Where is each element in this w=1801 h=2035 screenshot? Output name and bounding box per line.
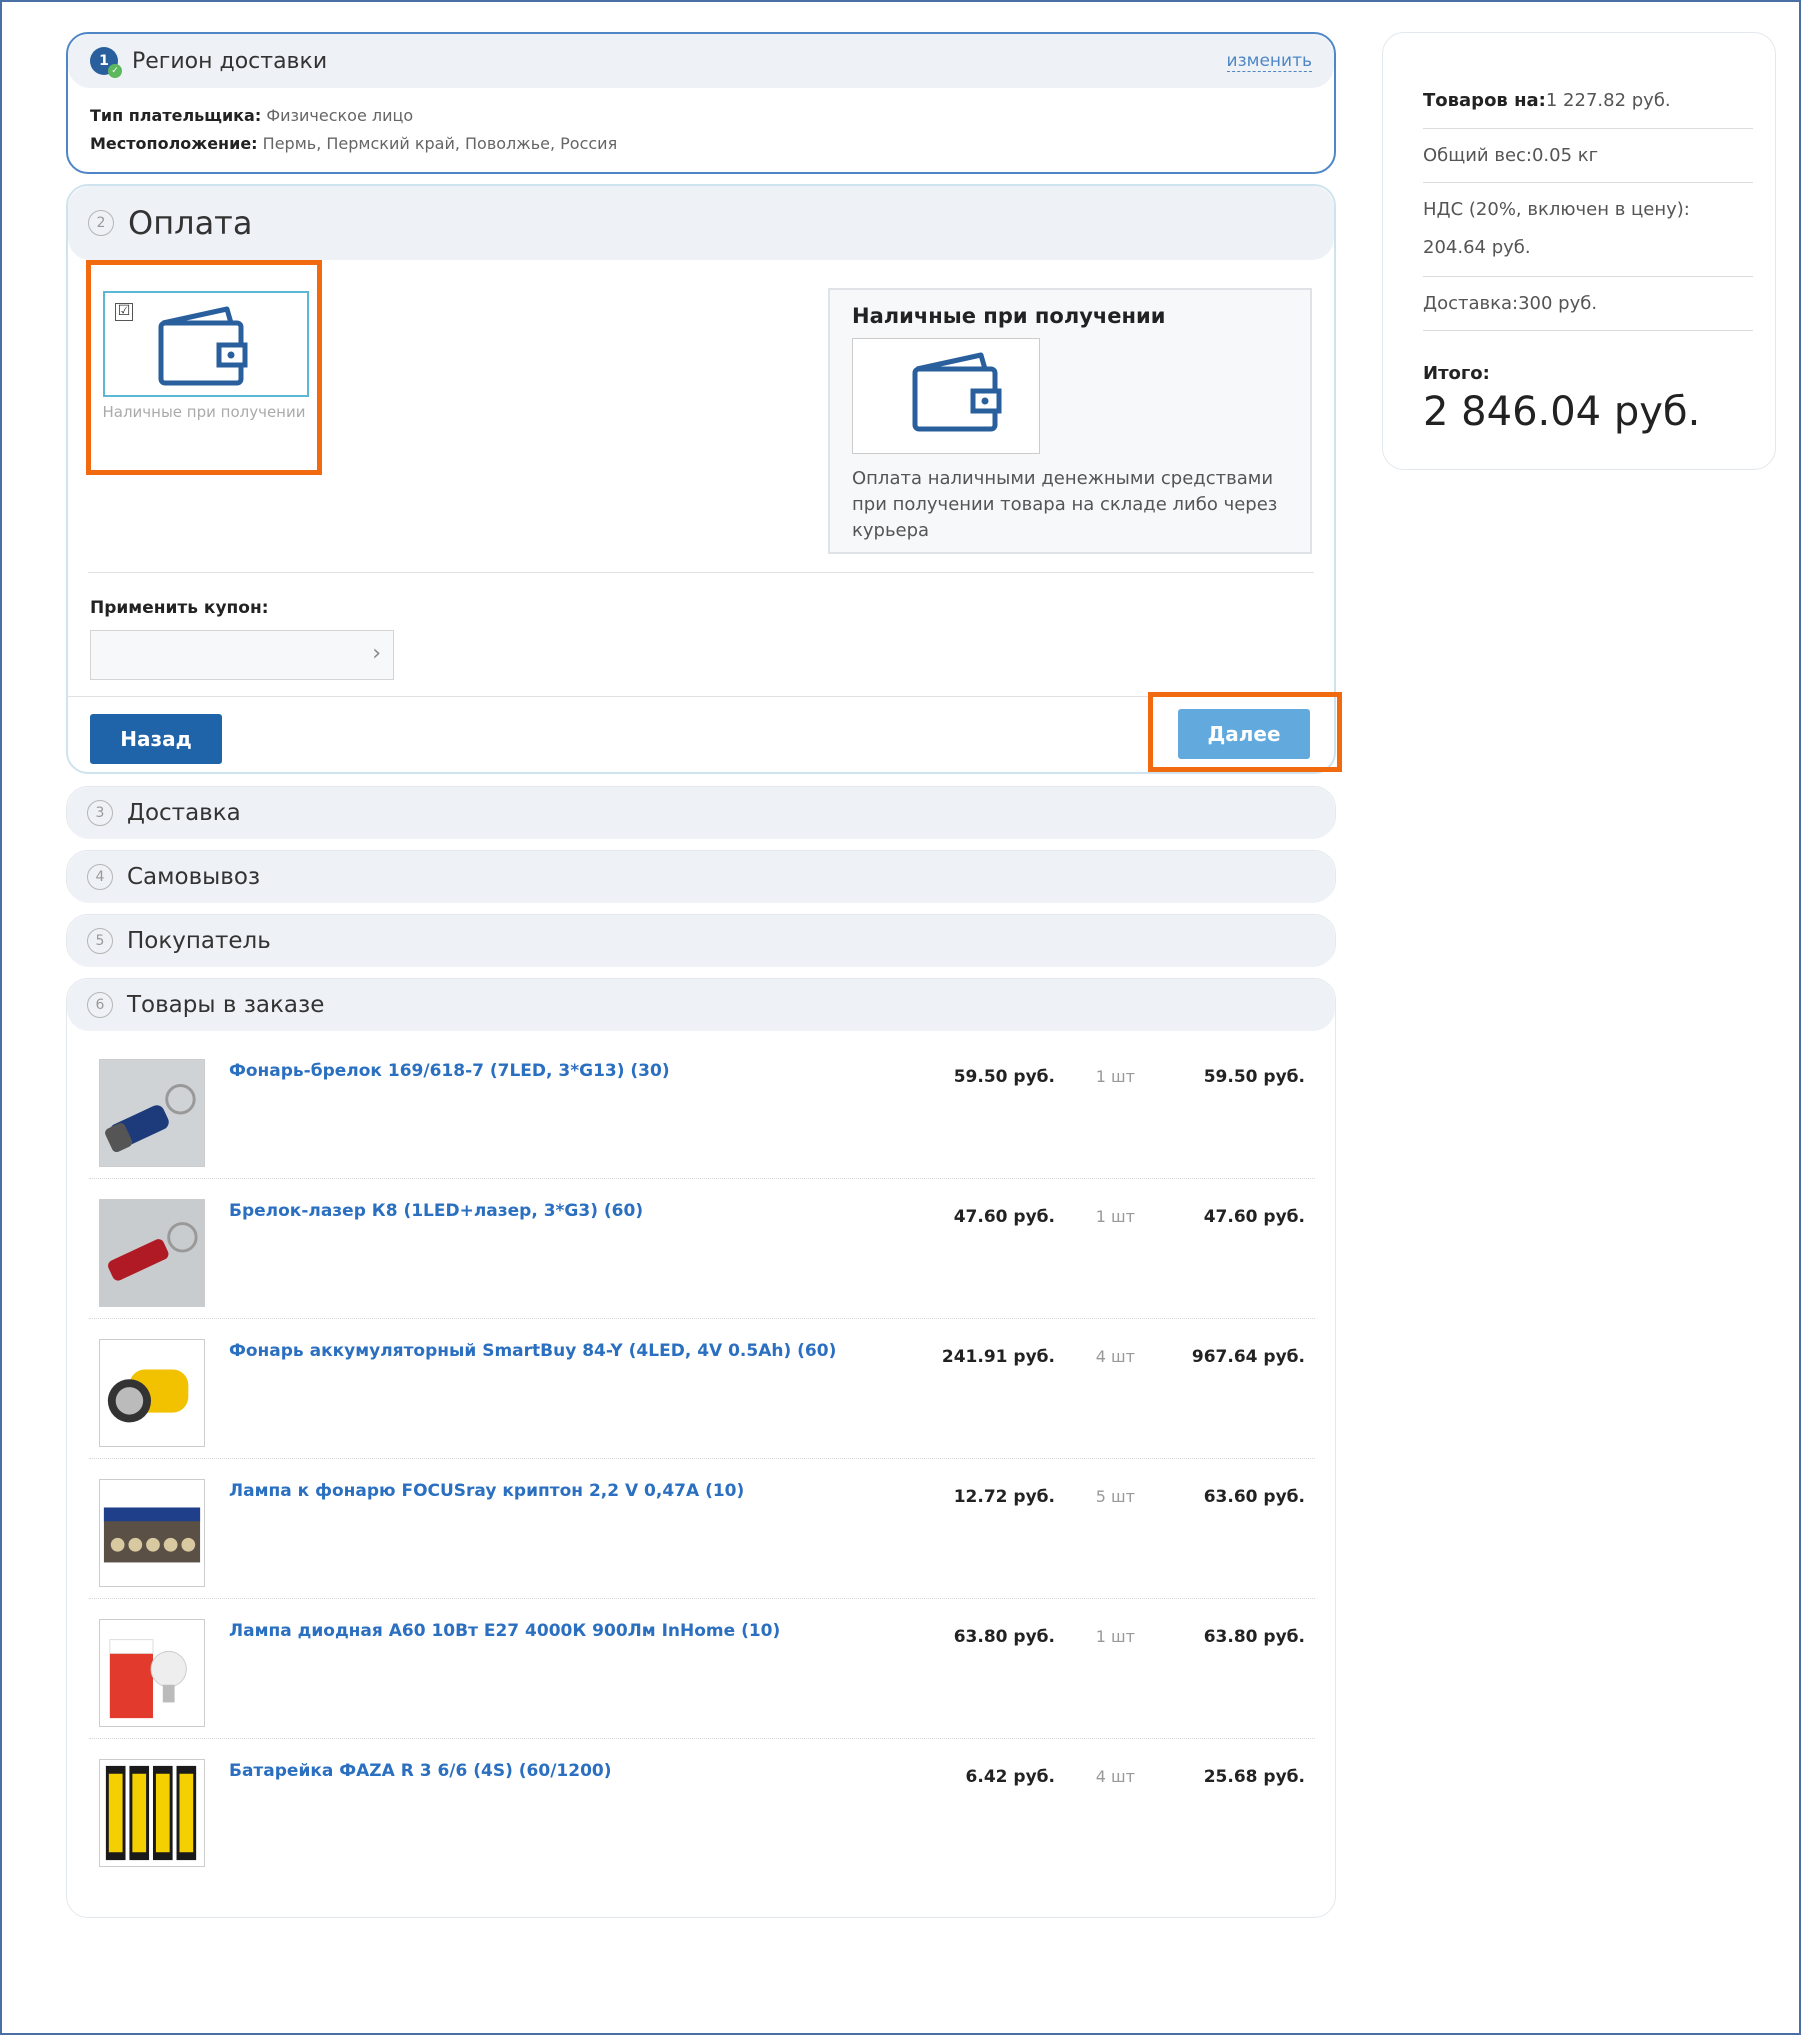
- product-price: 12.72 руб.: [953, 1487, 1055, 1507]
- product-sum: 63.80 руб.: [1203, 1627, 1305, 1647]
- product-image[interactable]: [99, 1059, 205, 1167]
- product-image[interactable]: [99, 1479, 205, 1587]
- checkout-steps: 1 ✓ Регион доставки изменить Тип платель…: [66, 32, 1342, 1918]
- product-name-link[interactable]: Батарейка ФАZA R 3 6/6 (4S) (60/1200): [229, 1761, 612, 1781]
- product-qty: 1 шт: [1095, 1627, 1135, 1646]
- next-button[interactable]: Далее: [1178, 709, 1310, 759]
- product-image[interactable]: [99, 1339, 205, 1447]
- payer-type-row: Тип плательщика: Физическое лицо: [90, 106, 414, 125]
- product-sum: 59.50 руб.: [1203, 1067, 1305, 1087]
- list-item: Фонарь аккумуляторный SmartBuy 84-Y (4LE…: [89, 1319, 1315, 1459]
- payment-description-title: Наличные при получении: [852, 304, 1166, 328]
- section-buyer[interactable]: 5 Покупатель: [66, 914, 1336, 967]
- product-qty: 1 шт: [1095, 1067, 1135, 1086]
- product-price: 241.91 руб.: [941, 1347, 1055, 1367]
- section-title: Товары в заказе: [127, 992, 325, 1018]
- order-summary: Товаров на:1 227.82 руб. Общий вес:0.05 …: [1382, 32, 1776, 470]
- product-name-link[interactable]: Фонарь аккумуляторный SmartBuy 84-Y (4LE…: [229, 1341, 836, 1361]
- product-sum: 25.68 руб.: [1203, 1767, 1305, 1787]
- section-title: Покупатель: [127, 928, 271, 954]
- next-button-highlight: Далее: [1148, 692, 1342, 772]
- section-delivery[interactable]: 3 Доставка: [66, 786, 1336, 839]
- step-number: 6: [87, 992, 113, 1018]
- step-number: 3: [87, 800, 113, 826]
- payment-footer-divider: [68, 696, 1334, 697]
- section-title: Доставка: [127, 800, 241, 826]
- step-number: 4: [87, 864, 113, 890]
- wallet-icon: [912, 352, 1002, 432]
- product-image[interactable]: [99, 1759, 205, 1867]
- summary-delivery: Доставка:300 руб.: [1423, 277, 1753, 331]
- summary-goods: Товаров на:1 227.82 руб.: [1423, 73, 1753, 129]
- product-sum: 63.60 руб.: [1203, 1487, 1305, 1507]
- coupon-input[interactable]: ›: [90, 630, 394, 680]
- list-item: Фонарь-брелок 169/618-7 (7LED, 3*G13) (3…: [89, 1039, 1315, 1179]
- total-label: Итого:: [1423, 363, 1490, 384]
- region-section: 1 ✓ Регион доставки изменить Тип платель…: [66, 32, 1336, 174]
- summary-weight: Общий вес:0.05 кг: [1423, 129, 1753, 183]
- step-1-icon: 1 ✓: [90, 47, 122, 78]
- product-qty: 5 шт: [1095, 1487, 1135, 1506]
- payment-description: Наличные при получении Оплата наличными …: [828, 288, 1312, 554]
- product-qty: 4 шт: [1095, 1767, 1135, 1786]
- payment-option-highlight: ☑ Наличные при получении: [86, 260, 322, 475]
- product-price: 47.60 руб.: [953, 1207, 1055, 1227]
- step-number: 5: [87, 928, 113, 954]
- back-button[interactable]: Назад: [90, 714, 222, 764]
- divider: [88, 572, 1314, 573]
- payment-option-checkbox[interactable]: ☑: [115, 303, 133, 321]
- payment-option-label: Наличные при получении: [102, 403, 306, 421]
- payment-description-image: [852, 338, 1040, 454]
- product-name-link[interactable]: Брелок-лазер К8 (1LED+лазер, 3*G3) (60): [229, 1201, 643, 1221]
- product-name-link[interactable]: Лампа диодная А60 10Вт Е27 4000К 900Лм I…: [229, 1621, 780, 1641]
- product-price: 63.80 руб.: [953, 1627, 1055, 1647]
- list-item: Лампа диодная А60 10Вт Е27 4000К 900Лм I…: [89, 1599, 1315, 1739]
- product-image[interactable]: [99, 1619, 205, 1727]
- product-name-link[interactable]: Лампа к фонарю FOCUSray криптон 2,2 V 0,…: [229, 1481, 744, 1501]
- summary-vat: НДС (20%, включен в цену): 204.64 руб.: [1423, 183, 1753, 277]
- product-qty: 4 шт: [1095, 1347, 1135, 1366]
- location-row: Местоположение: Пермь, Пермский край, По…: [90, 134, 618, 153]
- check-icon: ✓: [108, 64, 122, 78]
- change-region-link[interactable]: изменить: [1226, 51, 1312, 72]
- payment-header: 2 Оплата: [68, 186, 1334, 260]
- payment-option-cash[interactable]: ☑: [103, 291, 309, 397]
- coupon-label: Применить купон:: [90, 598, 269, 618]
- region-title: Регион доставки: [132, 48, 328, 74]
- product-price: 59.50 руб.: [953, 1067, 1055, 1087]
- product-sum: 967.64 руб.: [1191, 1347, 1305, 1367]
- payment-section: 2 Оплата ☑ Наличные при получении Наличн…: [66, 184, 1342, 774]
- step-number: 2: [88, 210, 114, 236]
- region-info: Тип плательщика: Физическое лицо Местопо…: [68, 88, 1334, 158]
- payment-title: Оплата: [128, 204, 253, 242]
- product-sum: 47.60 руб.: [1203, 1207, 1305, 1227]
- chevron-right-icon[interactable]: ›: [372, 641, 381, 666]
- region-header: 1 ✓ Регион доставки изменить: [68, 34, 1334, 88]
- section-pickup[interactable]: 4 Самовывоз: [66, 850, 1336, 903]
- product-image[interactable]: [99, 1199, 205, 1307]
- list-item: Лампа к фонарю FOCUSray криптон 2,2 V 0,…: [89, 1459, 1315, 1599]
- wallet-icon: [158, 306, 248, 386]
- product-name-link[interactable]: Фонарь-брелок 169/618-7 (7LED, 3*G13) (3…: [229, 1061, 670, 1081]
- product-qty: 1 шт: [1095, 1207, 1135, 1226]
- order-goods-section: 6 Товары в заказе Фонарь-брелок 169/618-…: [66, 978, 1336, 1918]
- list-item: Брелок-лазер К8 (1LED+лазер, 3*G3) (60) …: [89, 1179, 1315, 1319]
- order-goods-header[interactable]: 6 Товары в заказе: [67, 979, 1335, 1031]
- total-value: 2 846.04 руб.: [1423, 389, 1701, 435]
- page-frame: 1 ✓ Регион доставки изменить Тип платель…: [0, 0, 1801, 2035]
- product-price: 6.42 руб.: [965, 1767, 1055, 1787]
- payment-description-text: Оплата наличными денежными средствами пр…: [852, 468, 1278, 541]
- section-title: Самовывоз: [127, 864, 261, 890]
- list-item: Батарейка ФАZA R 3 6/6 (4S) (60/1200) 6.…: [89, 1739, 1315, 1879]
